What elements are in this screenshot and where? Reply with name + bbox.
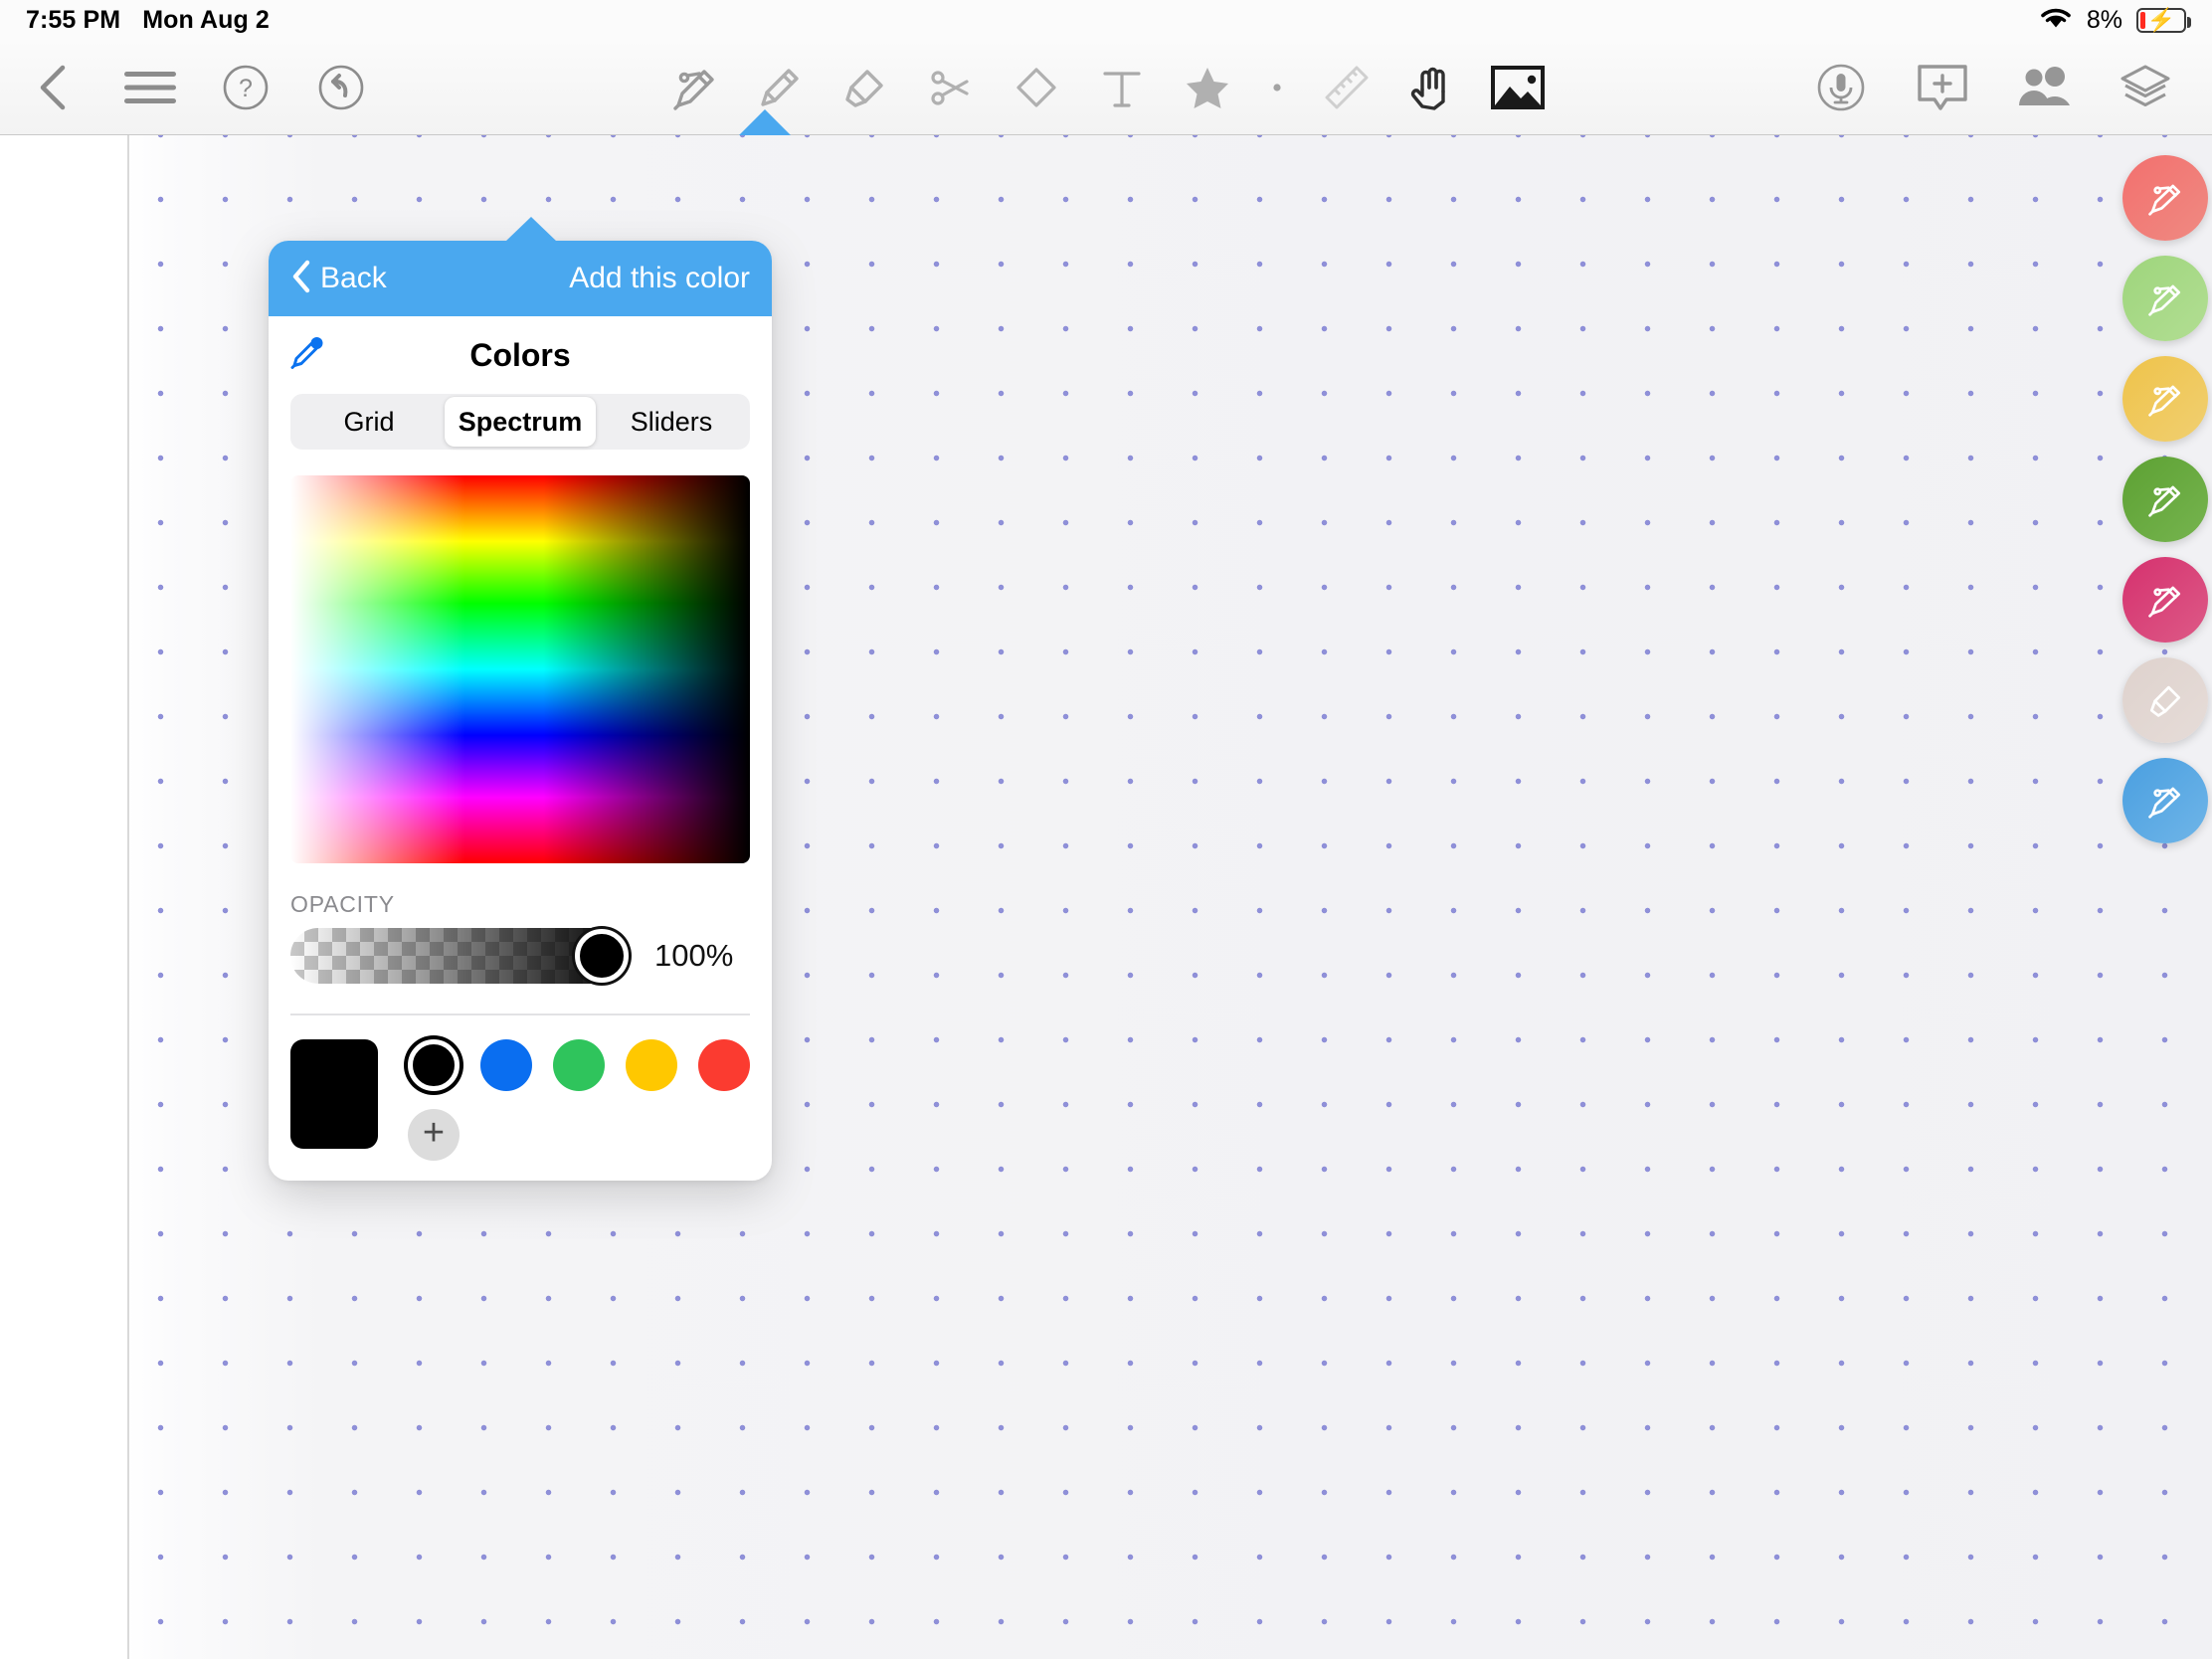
popover-arrow <box>505 217 557 242</box>
dot-icon[interactable] <box>1262 53 1292 122</box>
hand-tool[interactable] <box>1401 53 1463 122</box>
eraser-tool[interactable] <box>1006 53 1067 122</box>
tab-control-wrap: Grid Spectrum Sliders <box>269 394 772 450</box>
pen-presets-rail <box>2122 155 2208 843</box>
ruler-tool[interactable] <box>1316 53 1378 122</box>
back-button[interactable] <box>24 53 86 122</box>
tab-spectrum[interactable]: Spectrum <box>445 397 596 447</box>
swatch-green[interactable] <box>553 1038 605 1091</box>
note-canvas[interactable]: Back Add this color Colors Grid Spectrum <box>0 135 2212 1659</box>
toolbar-center-group <box>663 40 1549 135</box>
status-bar-right: 8% ⚡ <box>2039 5 2191 36</box>
main-toolbar: ? <box>0 40 2212 135</box>
undo-button[interactable] <box>310 53 372 122</box>
spectrum-picker[interactable] <box>290 475 750 863</box>
opacity-value: 100% <box>654 938 734 973</box>
pen-preset-beige-highlighter[interactable] <box>2122 657 2208 743</box>
swatch-blue[interactable] <box>480 1038 532 1091</box>
battery-charging-icon: ⚡ <box>2136 7 2191 33</box>
pen-preset-pink[interactable] <box>2122 557 2208 643</box>
swatch-grid: + <box>408 1038 750 1179</box>
pen-preset-blue[interactable] <box>2122 758 2208 843</box>
record-audio-button[interactable] <box>1810 53 1872 122</box>
swatch-black[interactable] <box>408 1038 460 1091</box>
opacity-label: OPACITY <box>290 891 395 917</box>
opacity-slider[interactable] <box>290 928 629 984</box>
highlighter-tool[interactable] <box>834 53 896 122</box>
active-tool-indicator <box>739 109 791 135</box>
layers-button[interactable] <box>2115 53 2176 122</box>
pen-tool[interactable] <box>663 53 725 122</box>
plus-icon: + <box>422 1111 446 1154</box>
shape-tool[interactable] <box>1177 53 1238 122</box>
pen-preset-light-green[interactable] <box>2122 256 2208 341</box>
image-tool[interactable] <box>1487 53 1549 122</box>
battery-percent: 8% <box>2086 5 2122 34</box>
status-date: Mon Aug 2 <box>142 5 270 34</box>
opacity-slider-thumb[interactable] <box>575 929 629 983</box>
tab-grid[interactable]: Grid <box>293 397 445 447</box>
color-picker-popover: Back Add this color Colors Grid Spectrum <box>269 217 772 1181</box>
spectrum-wrap <box>269 450 772 863</box>
share-collaborate-button[interactable] <box>2013 53 2075 122</box>
opacity-section: OPACITY 100% <box>269 863 772 984</box>
swatch-red[interactable] <box>698 1038 750 1091</box>
add-comment-button[interactable] <box>1912 53 1973 122</box>
svg-text:?: ? <box>239 75 253 102</box>
popover-header: Back Add this color <box>269 241 772 316</box>
add-swatch-button[interactable]: + <box>408 1108 460 1161</box>
chevron-left-icon <box>290 260 312 298</box>
opacity-row: 100% <box>290 928 750 984</box>
status-bar: 7:55 PM Mon Aug 2 8% ⚡ <box>0 0 2212 40</box>
color-mode-segmented-control: Grid Spectrum Sliders <box>290 394 750 450</box>
pen-preset-red[interactable] <box>2122 155 2208 241</box>
swatch-row <box>408 1038 750 1091</box>
pen-preset-yellow[interactable] <box>2122 356 2208 442</box>
tab-sliders[interactable]: Sliders <box>596 397 747 447</box>
scissors-tool[interactable] <box>920 53 982 122</box>
status-time: 7:55 PM <box>26 5 121 34</box>
swatch-yellow[interactable] <box>626 1038 677 1091</box>
status-bar-left: 7:55 PM Mon Aug 2 <box>26 6 270 35</box>
menu-button[interactable] <box>119 53 181 122</box>
toolbar-right-group <box>1810 40 2176 135</box>
swatch-row: + <box>408 1108 750 1161</box>
popover-back-label: Back <box>320 262 387 294</box>
pen-preset-dark-green[interactable] <box>2122 457 2208 542</box>
selected-color-preview[interactable] <box>290 1038 378 1149</box>
wifi-icon <box>2039 5 2073 36</box>
swatch-section: + <box>269 1015 772 1179</box>
toolbar-left-group: ? <box>24 40 372 135</box>
eyedropper-icon[interactable] <box>290 336 324 375</box>
popover-title-bar: Colors <box>269 316 772 394</box>
page-left-edge <box>127 135 129 1659</box>
popover-back-button[interactable]: Back <box>290 260 387 298</box>
page-title: Colors <box>469 336 571 373</box>
help-button[interactable]: ? <box>215 53 276 122</box>
add-this-color-button[interactable]: Add this color <box>569 262 750 295</box>
text-tool[interactable] <box>1091 53 1153 122</box>
